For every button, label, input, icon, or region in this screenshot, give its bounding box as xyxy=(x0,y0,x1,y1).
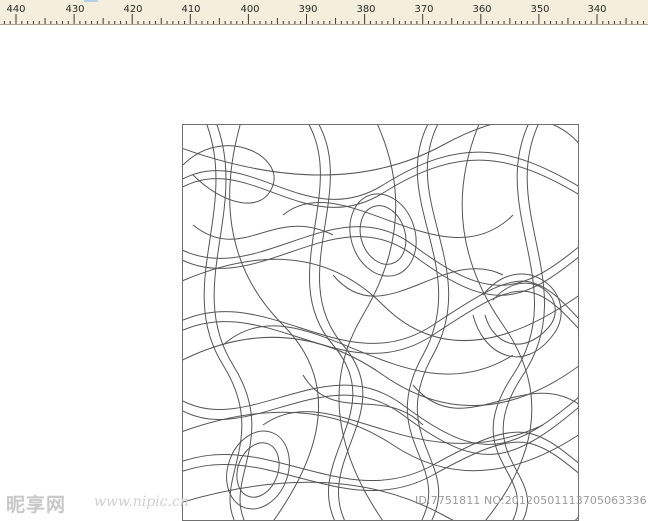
ruler-label-430: 430 xyxy=(65,4,85,15)
artwork-frame[interactable] xyxy=(182,124,579,521)
ruler-label-420: 420 xyxy=(123,4,143,15)
ruler-label-380: 380 xyxy=(356,4,376,15)
ruler-label-410: 410 xyxy=(181,4,201,15)
watermark-id: ID:7751811 NO:20120501113705063336 xyxy=(415,494,647,507)
watermark-url: www.nipic.cn xyxy=(94,494,189,510)
horizontal-ruler[interactable]: 440 430 420 410 400 390 380 370 360 350 … xyxy=(0,0,648,25)
ruler-label-360: 360 xyxy=(472,4,492,15)
ruler-label-440: 440 xyxy=(6,4,26,15)
watermark-logo: 昵享网 xyxy=(6,494,67,516)
ruler-label-400: 400 xyxy=(240,4,260,15)
ruler-label-390: 390 xyxy=(298,4,318,15)
ruler-ticks xyxy=(3,14,644,24)
ruler-label-370: 370 xyxy=(414,4,434,15)
ruler-label-350: 350 xyxy=(530,4,550,15)
swirl-pattern-artwork xyxy=(183,125,578,520)
ruler-label-340: 340 xyxy=(587,4,607,15)
